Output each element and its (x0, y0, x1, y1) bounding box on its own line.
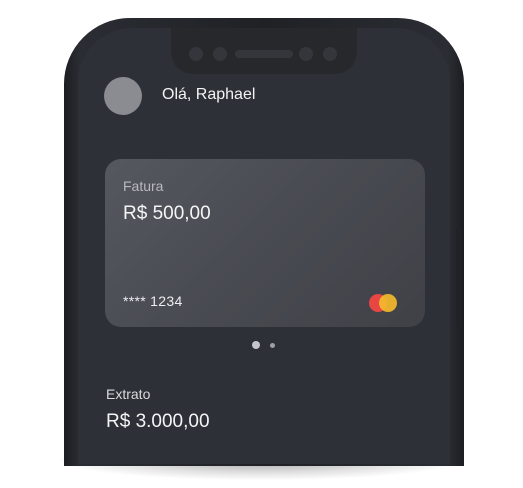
avatar[interactable] (104, 77, 142, 115)
statement-label: Extrato (106, 386, 151, 402)
credit-card[interactable]: Fatura R$ 500,00 **** 1234 (105, 159, 425, 327)
sensor-icon (299, 47, 313, 61)
stage: Olá, Raphael Fatura R$ 500,00 **** 1234 … (0, 0, 523, 488)
card-label: Fatura (123, 178, 164, 194)
side-button (456, 228, 462, 328)
card-pager (252, 341, 282, 351)
mastercard-yellow-circle (379, 294, 397, 312)
pager-dot-inactive[interactable] (270, 343, 275, 348)
pager-dot-active[interactable] (252, 341, 260, 349)
camera-icon (213, 47, 227, 61)
card-number: **** 1234 (123, 293, 183, 309)
mastercard-icon (369, 293, 399, 313)
card-amount: R$ 500,00 (123, 203, 211, 224)
speaker-icon (235, 50, 293, 58)
greeting-text: Olá, Raphael (162, 86, 256, 103)
sensor-icon (323, 47, 337, 61)
statement-amount: R$ 3.000,00 (106, 411, 210, 432)
phone-screen: Olá, Raphael Fatura R$ 500,00 **** 1234 … (78, 28, 450, 464)
notch (171, 28, 357, 74)
sensor-icon (189, 47, 203, 61)
